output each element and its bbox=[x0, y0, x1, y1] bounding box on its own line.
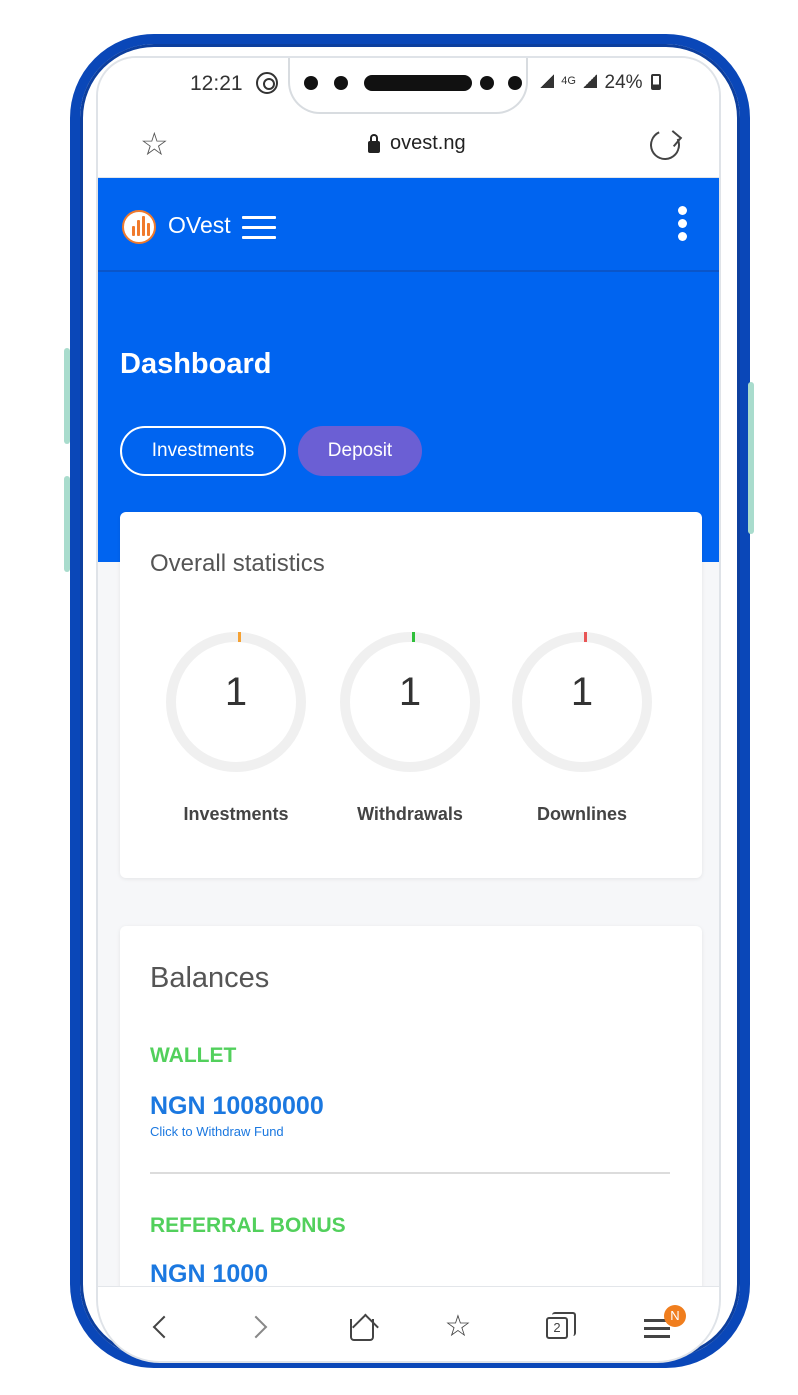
network-type: 4G bbox=[561, 75, 576, 87]
camera-dot-icon bbox=[508, 76, 522, 90]
tab-count: 2 bbox=[546, 1312, 576, 1339]
camera-dot-icon bbox=[480, 76, 494, 90]
reload-icon[interactable] bbox=[645, 125, 685, 165]
url-text: ovest.ng bbox=[390, 132, 466, 154]
withdraw-fund-link[interactable]: Click to Withdraw Fund bbox=[150, 1124, 284, 1139]
more-options-icon[interactable] bbox=[676, 206, 688, 242]
volume-up-key bbox=[64, 348, 70, 444]
bookmarks-icon[interactable]: ☆ bbox=[438, 1307, 478, 1347]
home-icon[interactable] bbox=[342, 1307, 382, 1347]
status-time: 12:21 bbox=[190, 72, 243, 95]
stat-downlines: 1 Downlines bbox=[492, 632, 672, 825]
camera-dot-icon bbox=[334, 76, 348, 90]
speaker-icon bbox=[364, 75, 472, 91]
page-title: Dashboard bbox=[120, 348, 272, 380]
stat-value: 1 bbox=[224, 670, 248, 714]
divider bbox=[150, 1172, 670, 1174]
url-field[interactable]: ovest.ng bbox=[368, 132, 466, 155]
stats-title: Overall statistics bbox=[150, 550, 325, 577]
web-page: OVest Dashboard Investments Deposit Over… bbox=[98, 178, 719, 1288]
bookmark-star-icon[interactable]: ☆ bbox=[140, 128, 169, 160]
stat-investments: 1 Investments bbox=[146, 632, 326, 825]
lock-icon bbox=[368, 133, 380, 153]
browser-bottom-nav: ☆ 2 N bbox=[98, 1286, 719, 1361]
investments-button[interactable]: Investments bbox=[120, 426, 286, 476]
stat-ring: 1 bbox=[512, 632, 652, 772]
wallet-amount: NGN 10080000 bbox=[150, 1092, 324, 1120]
battery-percent: 24% bbox=[604, 72, 643, 93]
stat-accent-tick bbox=[412, 632, 415, 642]
status-indicators: 4G 24% bbox=[538, 72, 661, 94]
status-bar: 12:21 4G 24% bbox=[98, 58, 719, 116]
app-header: OVest bbox=[98, 178, 719, 272]
stat-value: 1 bbox=[570, 670, 594, 714]
camera-dot-icon bbox=[304, 76, 318, 90]
tabs-icon[interactable]: 2 bbox=[538, 1307, 578, 1347]
balances-card: Balances WALLET NGN 10080000 Click to Wi… bbox=[120, 926, 702, 1288]
back-icon[interactable] bbox=[142, 1307, 182, 1347]
stat-ring: 1 bbox=[166, 632, 306, 772]
stat-accent-tick bbox=[238, 632, 241, 642]
signal-icon bbox=[540, 74, 554, 88]
referral-bonus-label: REFERRAL BONUS bbox=[150, 1214, 346, 1237]
phone-screen: 12:21 4G 24% ☆ ovest.ng OVest Dashboard … bbox=[96, 56, 721, 1363]
hamburger-menu-icon[interactable] bbox=[242, 214, 276, 240]
wallet-label: WALLET bbox=[150, 1044, 237, 1067]
stat-accent-tick bbox=[584, 632, 587, 642]
browser-url-bar: ☆ ovest.ng bbox=[98, 116, 719, 178]
power-key bbox=[748, 382, 754, 534]
balances-title: Balances bbox=[150, 962, 270, 994]
overall-statistics-card: Overall statistics 1 Investments 1 Withd… bbox=[120, 512, 702, 878]
deposit-button[interactable]: Deposit bbox=[298, 426, 422, 476]
stat-withdrawals: 1 Withdrawals bbox=[320, 632, 500, 825]
stat-label: Investments bbox=[183, 804, 289, 824]
brand-logo-icon[interactable] bbox=[122, 210, 156, 244]
stat-ring: 1 bbox=[340, 632, 480, 772]
volume-down-key bbox=[64, 476, 70, 572]
forward-icon[interactable] bbox=[242, 1307, 282, 1347]
stat-value: 1 bbox=[398, 670, 422, 714]
stat-label: Downlines bbox=[536, 804, 627, 824]
stat-label: Withdrawals bbox=[357, 804, 463, 824]
whatsapp-icon bbox=[256, 72, 278, 94]
menu-notification-badge: N bbox=[664, 1305, 686, 1327]
referral-bonus-amount: NGN 1000 bbox=[150, 1260, 269, 1288]
brand-name[interactable]: OVest bbox=[168, 212, 231, 239]
battery-icon bbox=[650, 74, 661, 90]
signal-icon bbox=[583, 74, 598, 88]
browser-menu-icon[interactable]: N bbox=[638, 1305, 686, 1347]
